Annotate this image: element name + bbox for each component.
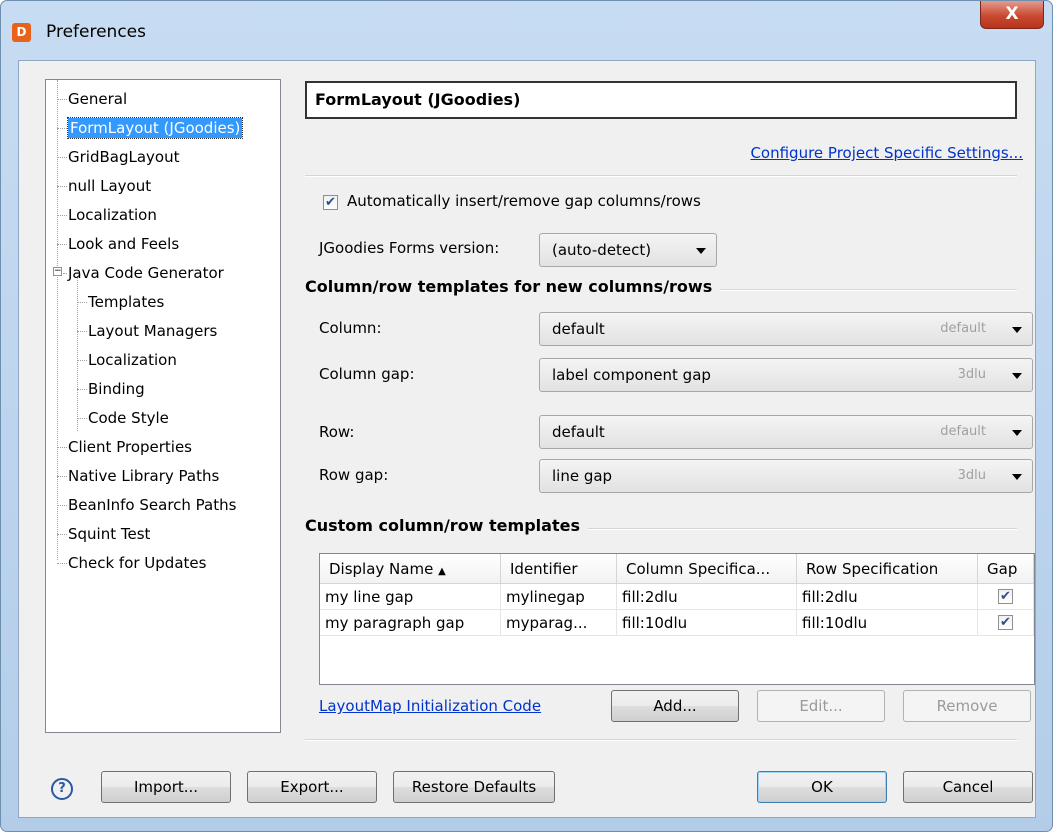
chevron-down-icon [696,248,706,254]
row-gap-combo[interactable]: line gap 3dlu [539,459,1033,493]
header-identifier[interactable]: Identifier [501,554,617,584]
auto-gap-label: Automatically insert/remove gap columns/… [347,192,701,210]
column-gap-label: Column gap: [319,365,415,383]
tree-item-native-library-paths[interactable]: Native Library Paths [57,465,219,487]
chevron-down-icon [1012,430,1022,436]
configure-project-settings-link[interactable]: Configure Project Specific Settings... [750,144,1023,162]
auto-gap-checkbox[interactable]: ✔ [323,195,338,210]
tree-item-java-code-generator[interactable]: Java Code Generator [63,262,224,284]
row-gap-label: Row gap: [319,466,389,484]
remove-button[interactable]: Remove [903,690,1031,722]
custom-templates-table[interactable]: Display Name ▲ Identifier Column Specifi… [319,553,1035,685]
export-button[interactable]: Export... [247,771,377,803]
cell-row-spec: fill:2dlu [797,584,978,610]
import-button[interactable]: Import... [101,771,231,803]
tree-item-code-style[interactable]: Code Style [77,407,169,429]
column-label: Column: [319,319,382,337]
tree-item-squint-test[interactable]: Squint Test [57,523,150,545]
tree-item-binding[interactable]: Binding [77,378,145,400]
cell-column-spec: fill:2dlu [617,584,797,610]
cell-display-name: my paragraph gap [320,610,501,636]
column-gap-hint: 3dlu [957,367,986,382]
cell-display-name: my line gap [320,584,501,610]
dialog-client-area: General FormLayout (JGoodies) GridBagLay… [18,60,1036,818]
tree-item-localization[interactable]: Localization [57,204,157,226]
app-icon: D [12,23,31,42]
window-title: Preferences [46,22,146,42]
column-value: default [552,320,605,338]
page-title: FormLayout (JGoodies) [305,81,1017,119]
cell-gap: ✔ [978,610,1034,636]
preferences-tree[interactable]: General FormLayout (JGoodies) GridBagLay… [45,79,281,733]
tree-item-check-for-updates[interactable]: Check for Updates [57,552,206,574]
ok-button[interactable]: OK [757,771,887,803]
column-combo[interactable]: default default [539,312,1033,346]
row-value: default [552,423,605,441]
row-combo[interactable]: default default [539,415,1033,449]
chevron-down-icon [1012,327,1022,333]
cancel-button[interactable]: Cancel [903,771,1033,803]
collapse-icon[interactable]: − [53,267,62,276]
column-gap-combo[interactable]: label component gap 3dlu [539,358,1033,392]
tree-item-look-and-feels[interactable]: Look and Feels [57,233,179,255]
settings-pane: FormLayout (JGoodies) Configure Project … [305,61,1035,741]
restore-defaults-button[interactable]: Restore Defaults [393,771,555,803]
column-gap-value: label component gap [552,366,711,384]
tree-item-client-properties[interactable]: Client Properties [57,436,192,458]
forms-version-label: JGoodies Forms version: [319,239,500,257]
row-gap-value: line gap [552,467,613,485]
separator [305,739,1017,741]
forms-version-combo[interactable]: (auto-detect) [539,233,717,267]
separator [305,175,1017,177]
header-display-name[interactable]: Display Name ▲ [320,554,501,584]
tree-item-codegen-localization[interactable]: Localization [77,349,177,371]
header-column-spec[interactable]: Column Specifica... [617,554,797,584]
row-gap-hint: 3dlu [957,468,986,483]
cell-column-spec: fill:10dlu [617,610,797,636]
cell-identifier: myparag... [501,610,617,636]
cell-row-spec: fill:10dlu [797,610,978,636]
layoutmap-init-code-link[interactable]: LayoutMap Initialization Code [319,697,541,715]
header-row-spec[interactable]: Row Specification [797,554,978,584]
chevron-down-icon [1012,373,1022,379]
custom-section-heading: Custom column/row templates [305,516,588,535]
help-icon[interactable]: ? [51,778,73,800]
tree-item-layout-managers[interactable]: Layout Managers [77,320,217,342]
row-hint: default [940,424,986,439]
row-label: Row: [319,423,355,441]
title-bar[interactable]: D Preferences X [1,1,1052,61]
column-hint: default [940,321,986,336]
tree-item-general[interactable]: General [57,88,127,110]
edit-button[interactable]: Edit... [757,690,885,722]
chevron-down-icon [1012,474,1022,480]
close-button[interactable]: X [980,1,1044,29]
header-gap[interactable]: Gap [978,554,1034,584]
tree-item-templates[interactable]: Templates [77,291,164,313]
cell-gap: ✔ [978,584,1034,610]
tree-item-gridbaglayout[interactable]: GridBagLayout [57,146,179,168]
tree-item-beaninfo-search-paths[interactable]: BeanInfo Search Paths [57,494,236,516]
forms-version-value: (auto-detect) [552,241,652,259]
tree-item-formlayout[interactable]: FormLayout (JGoodies) [57,117,244,139]
cell-identifier: mylinegap [501,584,617,610]
gap-checkbox[interactable]: ✔ [998,615,1013,630]
preferences-window: D Preferences X General FormLayout (JGoo… [0,0,1053,832]
gap-checkbox[interactable]: ✔ [998,589,1013,604]
tree-item-null-layout[interactable]: null Layout [57,175,151,197]
sort-ascending-icon: ▲ [438,566,446,577]
add-button[interactable]: Add... [611,690,739,722]
templates-section-heading: Column/row templates for new columns/row… [305,277,721,296]
